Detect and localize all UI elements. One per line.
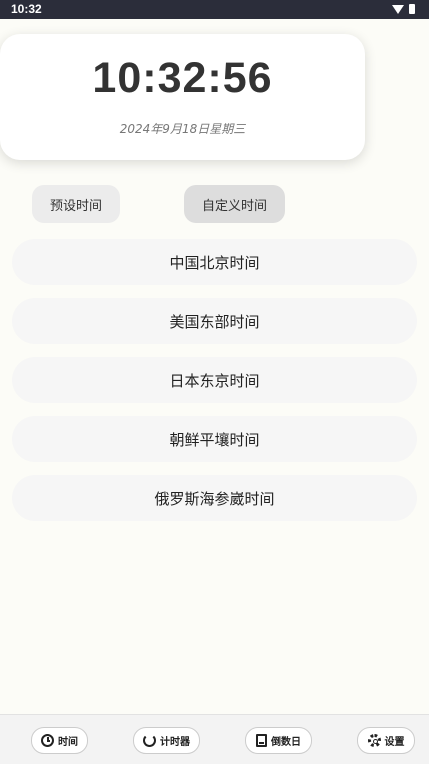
zone-button-beijing[interactable]: 中国北京时间 xyxy=(12,239,417,285)
nav-countdown-label: 倒数日 xyxy=(271,737,301,748)
clock-date: 2024年9月18日星期三 xyxy=(119,122,246,136)
zone-button-us-eastern[interactable]: 美国东部时间 xyxy=(12,298,417,344)
calendar-book-icon xyxy=(256,734,267,747)
clock-card: 10:32:56 2024年9月18日星期三 xyxy=(0,34,365,160)
nav-time[interactable]: 时间 xyxy=(31,727,88,754)
nav-countdown[interactable]: 倒数日 xyxy=(245,727,312,754)
status-time: 10:32 xyxy=(11,2,42,16)
clock-time: 10:32:56 xyxy=(92,54,273,102)
bottom-nav: 时间 计时器 倒数日 设置 xyxy=(0,714,429,764)
battery-icon xyxy=(409,4,415,14)
status-icons xyxy=(392,4,415,14)
gear-icon xyxy=(367,734,381,747)
zone-button-tokyo[interactable]: 日本东京时间 xyxy=(12,357,417,403)
nav-time-label: 时间 xyxy=(58,737,78,748)
status-bar: 10:32 xyxy=(0,0,429,19)
clock-icon xyxy=(41,734,54,747)
zone-button-pyongyang[interactable]: 朝鲜平壤时间 xyxy=(12,416,417,462)
timer-icon xyxy=(143,734,156,747)
nav-timer-label: 计时器 xyxy=(160,737,190,748)
nav-timer[interactable]: 计时器 xyxy=(133,727,200,754)
preset-time-button[interactable]: 预设时间 xyxy=(32,185,120,223)
custom-time-button[interactable]: 自定义时间 xyxy=(184,185,285,223)
nav-settings-label: 设置 xyxy=(384,737,405,748)
zone-button-vladivostok[interactable]: 俄罗斯海参崴时间 xyxy=(12,475,417,521)
wifi-icon xyxy=(392,4,404,14)
nav-settings[interactable]: 设置 xyxy=(357,727,415,754)
time-zone-list: 中国北京时间 美国东部时间 日本东京时间 朝鲜平壤时间 俄罗斯海参崴时间 xyxy=(12,239,417,534)
